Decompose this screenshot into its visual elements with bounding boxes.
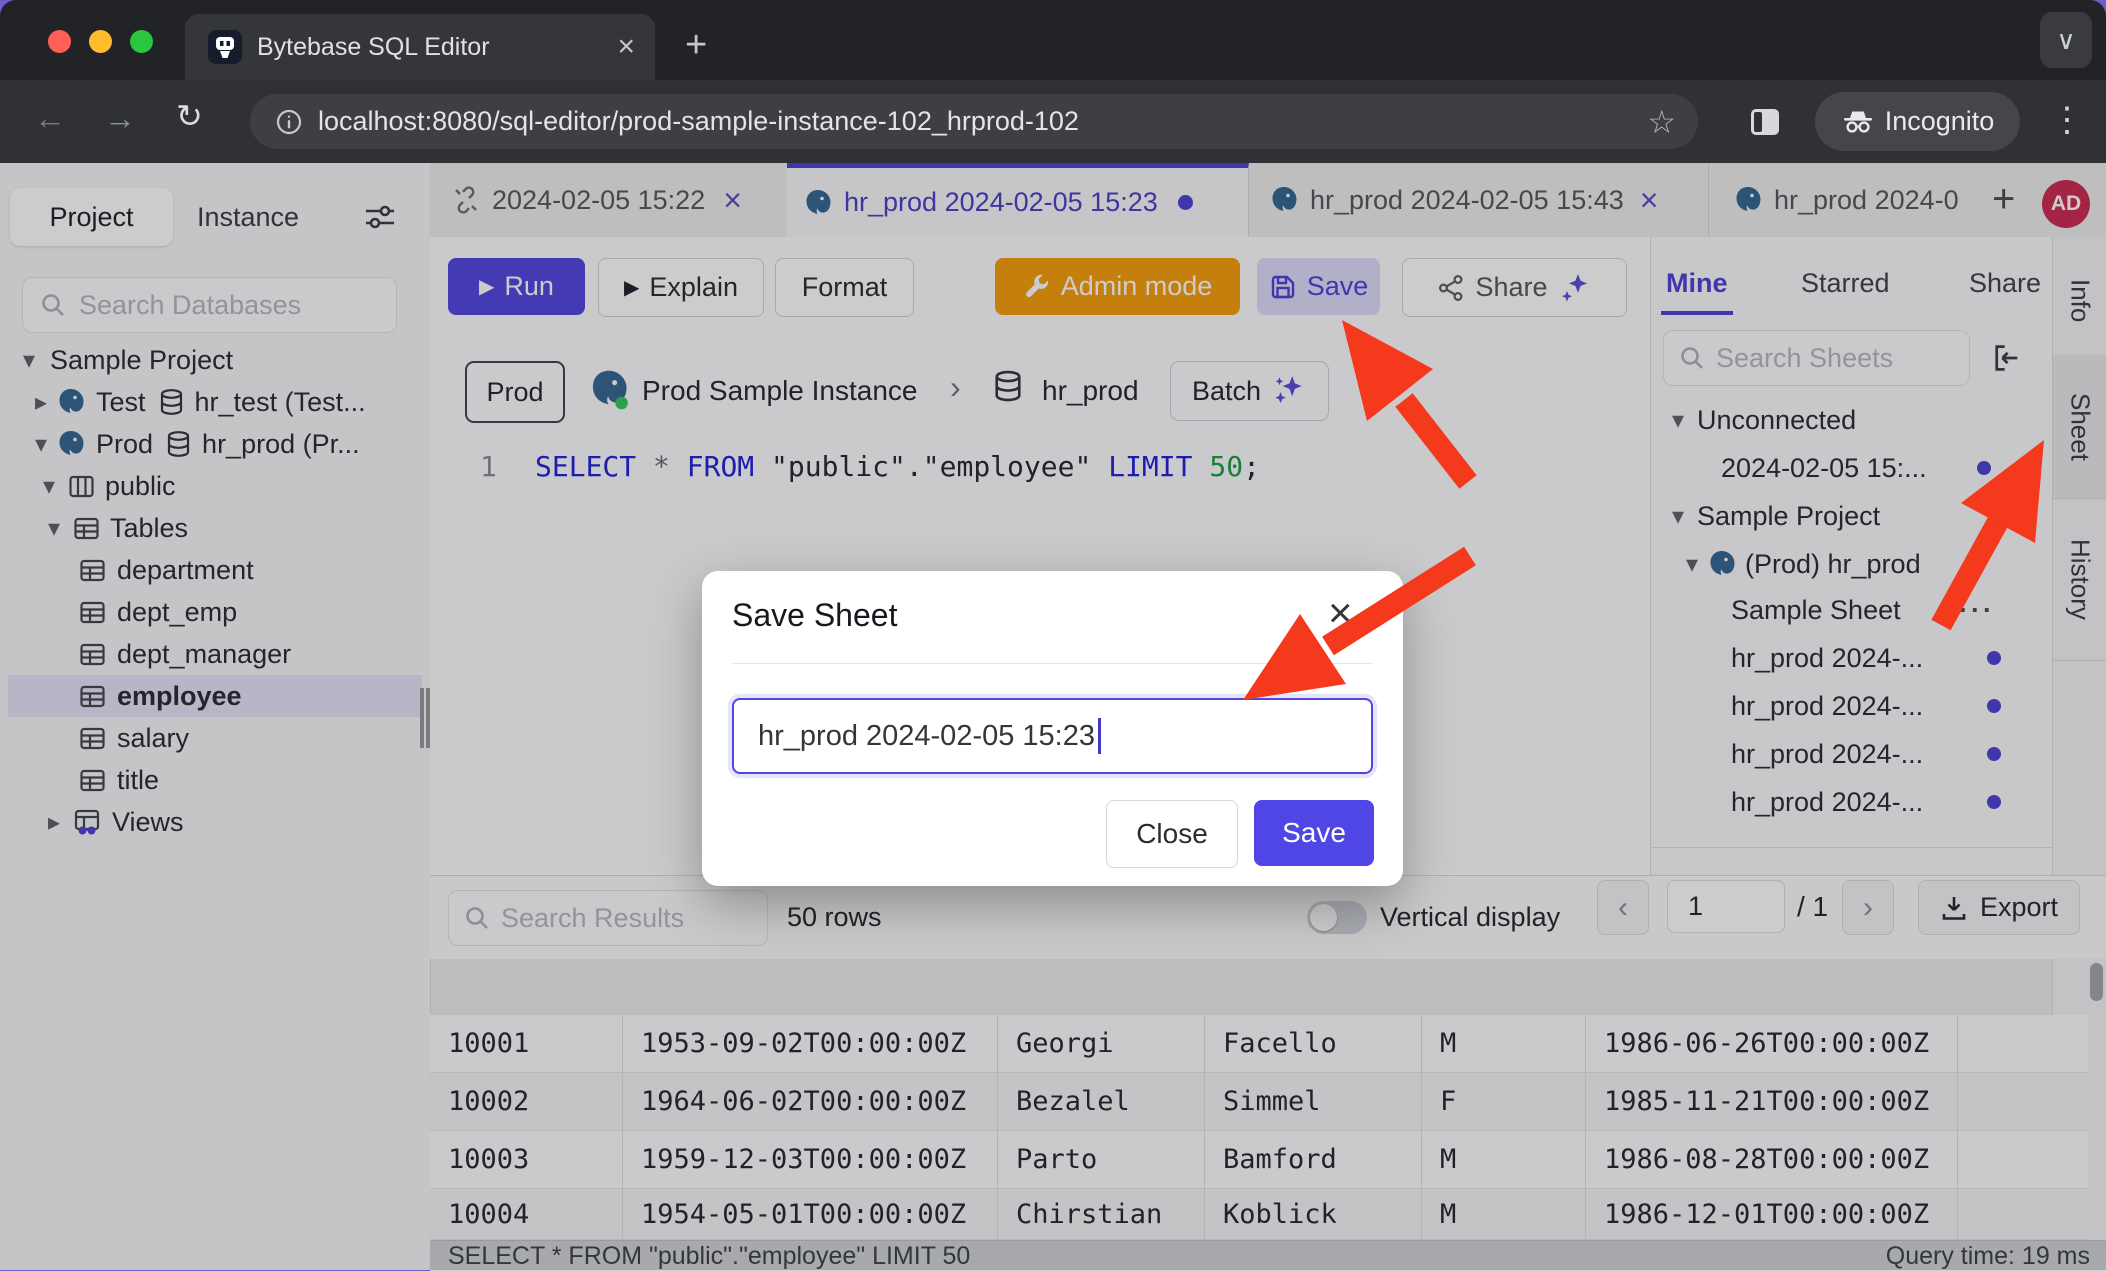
browser-window: Bytebase SQL Editor × + ∨ ← → ↻ localhos…: [0, 0, 2106, 163]
bytebase-favicon-icon: [207, 29, 243, 65]
bookmark-star-icon[interactable]: ☆: [1647, 103, 1676, 141]
dialog-title: Save Sheet: [732, 597, 897, 634]
new-tab-button[interactable]: +: [685, 26, 707, 64]
close-button[interactable]: Close: [1106, 800, 1238, 868]
incognito-label: Incognito: [1885, 106, 1995, 137]
sheet-name-value: hr_prod 2024-02-05 15:23: [758, 720, 1095, 753]
text-cursor: [1098, 718, 1101, 754]
dialog-divider: [732, 663, 1373, 664]
url-text: localhost:8080/sql-editor/prod-sample-in…: [318, 106, 1647, 137]
site-info-icon[interactable]: [274, 107, 304, 137]
side-panel-icon[interactable]: [1749, 107, 1781, 137]
sheet-name-input[interactable]: hr_prod 2024-02-05 15:23: [732, 698, 1373, 774]
close-window-button[interactable]: [48, 30, 71, 53]
browser-tab[interactable]: Bytebase SQL Editor ×: [185, 14, 655, 80]
browser-tab-close-icon[interactable]: ×: [617, 32, 635, 62]
back-button[interactable]: ←: [34, 102, 66, 134]
browser-tab-title: Bytebase SQL Editor: [257, 33, 617, 62]
address-bar[interactable]: localhost:8080/sql-editor/prod-sample-in…: [250, 94, 1698, 149]
maximize-window-button[interactable]: [130, 30, 153, 53]
incognito-badge: Incognito: [1815, 92, 2020, 151]
minimize-window-button[interactable]: [89, 30, 112, 53]
save-confirm-button[interactable]: Save: [1254, 800, 1374, 866]
reload-button[interactable]: ↻: [176, 100, 203, 132]
save-sheet-dialog: Save Sheet × hr_prod 2024-02-05 15:23 Cl…: [702, 571, 1403, 886]
incognito-icon: [1841, 107, 1875, 137]
browser-toolbar: ← → ↻ localhost:8080/sql-editor/prod-sam…: [0, 80, 2106, 163]
forward-button[interactable]: →: [104, 102, 136, 134]
browser-menu-icon[interactable]: ⋮: [2050, 100, 2084, 140]
dialog-close-icon[interactable]: ×: [1328, 589, 1353, 637]
tab-search-button[interactable]: ∨: [2040, 12, 2092, 68]
